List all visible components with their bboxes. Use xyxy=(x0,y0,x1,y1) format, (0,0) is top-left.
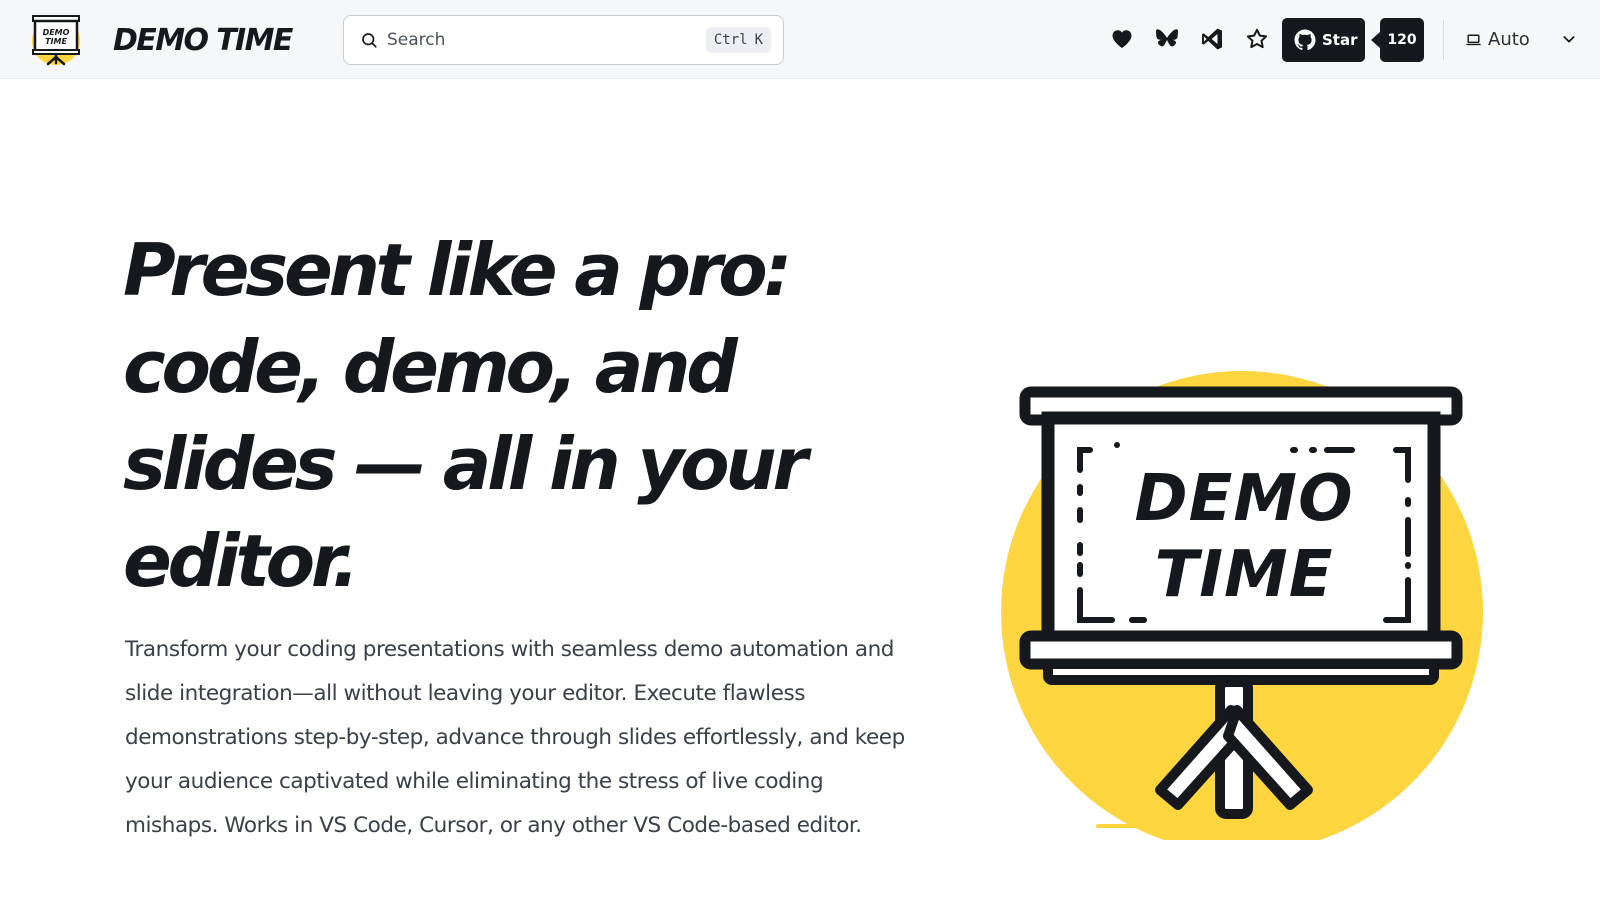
github-star-label: Star xyxy=(1322,31,1358,49)
home-logo-link[interactable]: DEMO TIME DEMO TIME xyxy=(29,14,293,66)
vscode-icon xyxy=(1202,28,1222,50)
bluesky-icon xyxy=(1156,29,1178,47)
svg-text:TIME: TIME xyxy=(45,37,67,46)
site-header: DEMO TIME DEMO TIME Search Ctrl K Star 1… xyxy=(0,0,1600,79)
board-text-line1: DEMO xyxy=(1135,462,1354,536)
search-shortcut-badge: Ctrl K xyxy=(705,27,771,53)
laptop-icon xyxy=(1466,34,1481,45)
svg-text:DEMO: DEMO xyxy=(43,28,70,37)
search-icon xyxy=(362,33,377,48)
github-icon xyxy=(1294,29,1316,51)
header-divider xyxy=(1443,20,1444,60)
shortcut-modifier-key: Ctrl xyxy=(713,32,748,48)
sponsor-heart-link[interactable] xyxy=(1104,21,1140,57)
vscode-marketplace-link[interactable] xyxy=(1194,21,1230,57)
heart-icon xyxy=(1112,30,1132,48)
bluesky-link[interactable] xyxy=(1149,21,1185,57)
demo-time-logo: DEMO TIME xyxy=(32,15,80,66)
search-input[interactable]: Search Ctrl K xyxy=(343,15,784,65)
github-star-button[interactable]: Star xyxy=(1282,18,1365,62)
hero-description: Transform your coding presentations with… xyxy=(125,637,905,838)
brand-name: DEMO TIME xyxy=(113,22,293,58)
hero-title: Present like a pro: code, demo, and slid… xyxy=(123,228,808,603)
github-star-count[interactable]: 120 xyxy=(1380,18,1424,62)
search-placeholder: Search xyxy=(387,30,446,50)
theme-select-value: Auto xyxy=(1488,28,1530,50)
board-text-line2: TIME xyxy=(1155,538,1334,612)
favorite-star-link[interactable] xyxy=(1239,21,1275,57)
shortcut-key: K xyxy=(754,32,763,48)
star-count-pointer xyxy=(1371,32,1380,48)
theme-select[interactable]: Auto xyxy=(1465,21,1577,57)
star-outline-icon xyxy=(1246,28,1268,49)
presentation-board-illustration: DEMO TIME xyxy=(1001,371,1483,840)
chevron-down-icon xyxy=(1563,36,1575,43)
